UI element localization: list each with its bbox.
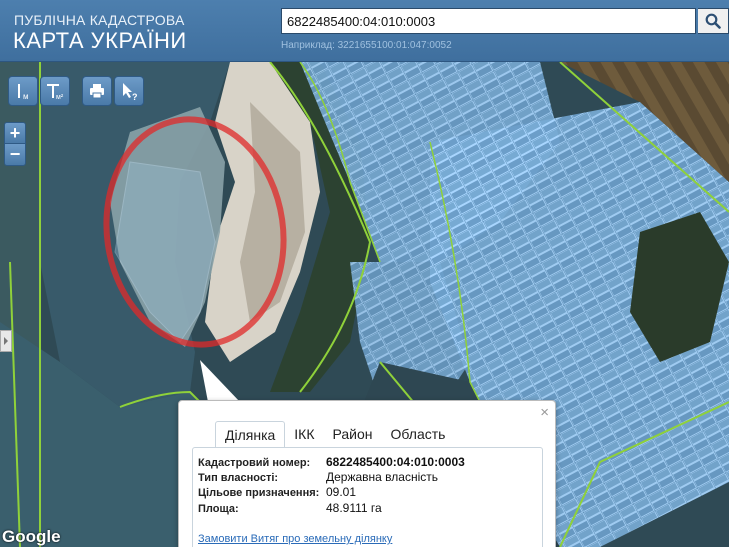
map-attribution: Google xyxy=(2,527,61,546)
search-button[interactable] xyxy=(698,8,729,34)
side-panel-toggle[interactable] xyxy=(0,330,12,352)
print-button[interactable] xyxy=(82,76,112,106)
measure-area-icon: м² xyxy=(47,84,64,101)
popup-tabs: Ділянка ІКК Район Область xyxy=(215,421,454,448)
app-title-line2: КАРТА УКРАЇНИ xyxy=(13,28,187,53)
svg-text:м: м xyxy=(23,92,29,101)
field-area: Площа: 48.9111 га xyxy=(198,501,382,515)
identify-button[interactable]: ? xyxy=(114,76,144,106)
parcel-details: Кадастровий номер: 6822485400:04:010:0003… xyxy=(192,447,543,547)
svg-text:?: ? xyxy=(132,92,138,101)
measure-length-button[interactable]: м xyxy=(8,76,38,106)
cursor-question-icon: ? xyxy=(123,83,138,101)
zoom-out-button[interactable]: − xyxy=(4,144,26,166)
zoom-control: + − xyxy=(4,122,26,166)
tools-toolbar: ? xyxy=(82,76,144,106)
popup-pointer xyxy=(200,360,240,402)
search-icon xyxy=(705,13,721,29)
field-purpose: Цільове призначення: 09.01 xyxy=(198,485,357,499)
cadastral-search-input[interactable] xyxy=(281,8,696,34)
order-extract-link[interactable]: Замовити Витяг про земельну ділянку xyxy=(198,533,392,545)
printer-icon xyxy=(90,84,104,99)
app-header: ПУБЛІЧНА КАДАСТРОВА КАРТА УКРАЇНИ Наприк… xyxy=(0,0,729,62)
tab-parcel[interactable]: Ділянка xyxy=(215,421,286,448)
measure-length-icon: м xyxy=(18,84,29,101)
tab-ikk[interactable]: ІКК xyxy=(285,421,323,448)
svg-text:м²: м² xyxy=(56,94,64,101)
search-hint: Наприклад: 3221655100:01:047:0052 xyxy=(281,40,452,51)
app-title-line1: ПУБЛІЧНА КАДАСТРОВА xyxy=(14,12,185,28)
field-cadastral-number: Кадастровий номер: 6822485400:04:010:0003 xyxy=(198,455,465,469)
zoom-in-button[interactable]: + xyxy=(4,122,26,144)
close-popup-button[interactable]: × xyxy=(540,404,549,421)
parcel-info-popup: × Ділянка ІКК Район Область Кадастровий … xyxy=(178,400,556,547)
measure-toolbar: м м² xyxy=(8,76,70,106)
measure-area-button[interactable]: м² xyxy=(40,76,70,106)
tab-district[interactable]: Район xyxy=(324,421,382,448)
tab-region[interactable]: Область xyxy=(382,421,455,448)
field-ownership-type: Тип власності: Державна власність xyxy=(198,470,439,484)
chevron-right-icon xyxy=(4,337,8,345)
